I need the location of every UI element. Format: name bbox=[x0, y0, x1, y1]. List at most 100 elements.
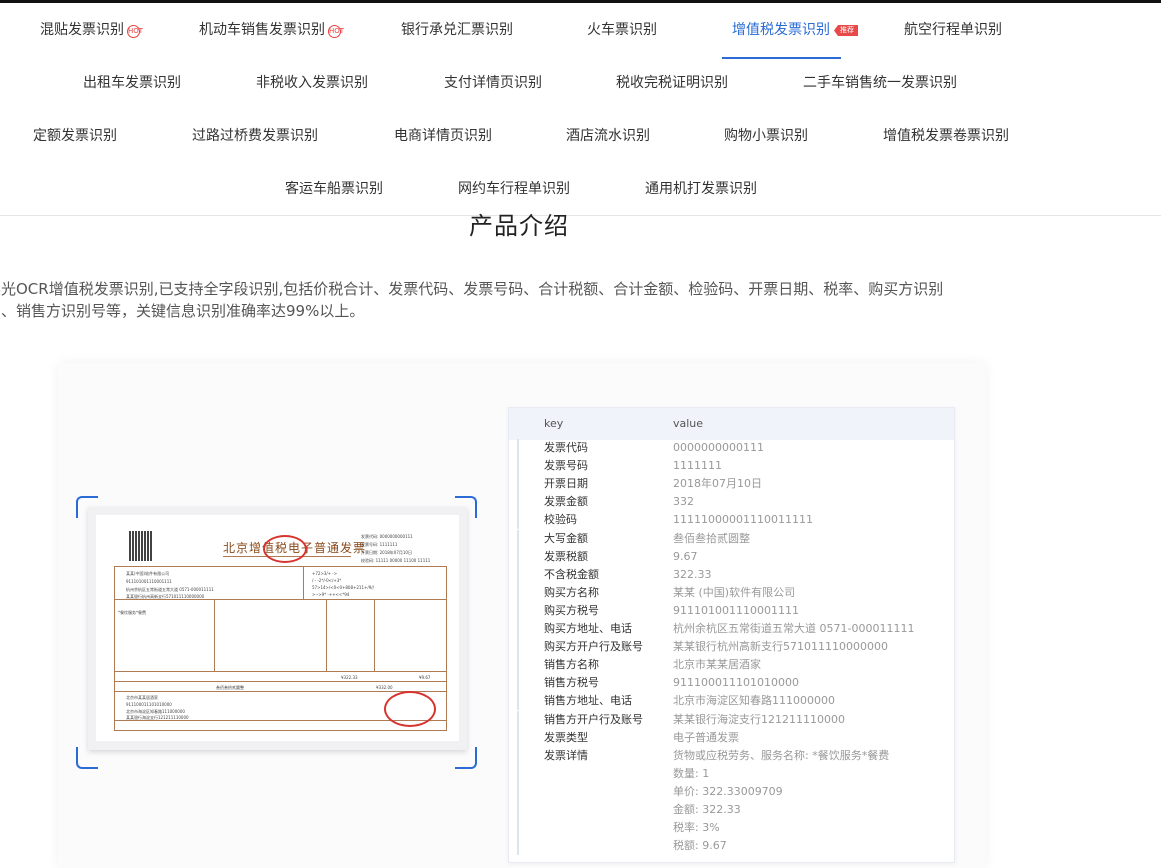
row-value: 电子普通发票 bbox=[673, 730, 739, 744]
key-header: key bbox=[544, 417, 564, 430]
rule bbox=[326, 600, 327, 671]
row-key: 购买方地址、电话 bbox=[544, 622, 632, 635]
nav-item-vehicle-invoice[interactable]: 机动车销售发票识别 HOT bbox=[199, 20, 344, 40]
scan-corner-icon bbox=[76, 747, 98, 769]
row-marker bbox=[517, 583, 519, 602]
rule bbox=[214, 600, 215, 671]
row-marker bbox=[517, 601, 519, 620]
invoice-number: 发票号码: 1111111 bbox=[361, 542, 398, 547]
row-marker bbox=[517, 511, 519, 530]
row-marker bbox=[517, 439, 519, 457]
seller-bank: 某某银行海淀支行121211110000 bbox=[126, 715, 189, 720]
rule bbox=[114, 681, 447, 682]
row-value: 332 bbox=[673, 495, 694, 509]
nav-item-vat-roll-invoice[interactable]: 增值税发票卷票识别 bbox=[883, 126, 1009, 146]
nav-item-vat-invoice[interactable]: 增值税发票识别 推荐 bbox=[732, 20, 858, 40]
nav-item-payment-detail[interactable]: 支付详情页识别 bbox=[444, 73, 542, 93]
row-value: 322.33 bbox=[673, 567, 712, 581]
rule bbox=[114, 691, 447, 692]
nav-item-bank-draft[interactable]: 银行承兑汇票识别 bbox=[401, 20, 513, 40]
nav-item-machine-invoice[interactable]: 通用机打发票识别 bbox=[645, 179, 757, 199]
product-nav: 混贴发票识别 HOT 机动车销售发票识别 HOT 银行承兑汇票识别 火车票识别 增值… bbox=[0, 3, 1161, 216]
row-value: 北京市某某居酒家 bbox=[673, 658, 761, 672]
nav-item-taxi-invoice[interactable]: 出租车发票识别 bbox=[83, 73, 181, 93]
invoice-total-words: 叁佰叁拾贰圆整 bbox=[216, 685, 244, 690]
row-value: 税率: 3% bbox=[673, 821, 720, 835]
row-value: 税额: 9.67 bbox=[673, 839, 727, 853]
buyer-address: 杭州余杭区五常街道五常大道 0571-000011111 bbox=[126, 587, 214, 592]
seller-name: 北京市某某居酒家 bbox=[126, 695, 158, 700]
row-key: 发票金额 bbox=[544, 495, 588, 509]
active-tab-underline bbox=[722, 57, 841, 59]
row-value: 2018年07月10日 bbox=[673, 477, 762, 491]
row-marker bbox=[517, 638, 519, 657]
row-value: 叁佰叁拾贰圆整 bbox=[673, 531, 750, 545]
cipher-line: >-->9* -++<<*94 bbox=[312, 592, 350, 597]
row-key: 发票代码 bbox=[544, 441, 588, 454]
invoice-amount: ¥322.33 bbox=[341, 675, 358, 680]
cipher-line: +72>3/+ -> bbox=[312, 571, 338, 576]
cipher-line: / - -2*/-0</+3* bbox=[312, 578, 342, 583]
seal-stamp-icon bbox=[263, 535, 307, 563]
row-marker bbox=[517, 801, 519, 819]
row-marker bbox=[517, 620, 519, 638]
row-marker bbox=[517, 457, 519, 476]
row-key: 发票税额 bbox=[544, 549, 588, 563]
nav-item-nontax-invoice[interactable]: 非税收入发票识别 bbox=[256, 73, 368, 93]
row-marker bbox=[517, 746, 519, 765]
buyer-name: 某某(中国)软件有限公司 bbox=[126, 571, 170, 576]
invoice-paper: 北京增值税电子普通发票 发票代码: 0000000000111 发票号码: 11… bbox=[96, 515, 459, 741]
seller-tax-id: 911100011101010000 bbox=[126, 702, 172, 707]
hot-badge-icon: HOT bbox=[328, 25, 344, 38]
row-value: 0000000000111 bbox=[673, 441, 764, 454]
invoice-check-code: 校验码: 11111 00000 11100 11111 bbox=[361, 558, 431, 563]
row-marker bbox=[517, 547, 519, 566]
nav-item-ecommerce-detail[interactable]: 电商详情页识别 bbox=[394, 126, 492, 146]
nav-item-train-ticket[interactable]: 火车票识别 bbox=[587, 20, 657, 40]
row-marker bbox=[517, 529, 519, 548]
row-key: 不含税金额 bbox=[544, 567, 599, 581]
cipher-line: 57>14>/<0<0+808+211+/9// bbox=[312, 585, 374, 590]
row-key: 购买方开户行及账号 bbox=[544, 640, 643, 654]
nav-item-mixed-invoice[interactable]: 混贴发票识别 HOT bbox=[40, 20, 143, 40]
row-key: 开票日期 bbox=[544, 477, 588, 491]
row-value: 杭州余杭区五常街道五常大道 0571-000011111 bbox=[673, 622, 915, 635]
invoice-code: 发票代码: 0000000000111 bbox=[361, 534, 413, 539]
nav-item-used-car-invoice[interactable]: 二手车销售统一发票识别 bbox=[803, 73, 957, 93]
nav-item-quota-invoice[interactable]: 定额发票识别 bbox=[33, 126, 117, 146]
hot-badge-icon: HOT bbox=[127, 25, 143, 38]
nav-item-hotel-statement[interactable]: 酒店流水识别 bbox=[566, 126, 650, 146]
row-value: 单价: 322.33009709 bbox=[673, 784, 783, 798]
row-marker bbox=[517, 728, 519, 747]
row-value: 11111000001110011111 bbox=[673, 513, 813, 527]
row-key: 发票详情 bbox=[544, 748, 588, 762]
row-key: 销售方名称 bbox=[544, 658, 599, 672]
row-marker bbox=[517, 674, 519, 693]
row-marker bbox=[517, 493, 519, 512]
nav-item-passenger-ticket[interactable]: 客运车船票识别 bbox=[285, 179, 383, 199]
nav-item-ridehailing-itinerary[interactable]: 网约车行程单识别 bbox=[458, 179, 570, 199]
row-marker bbox=[517, 710, 519, 729]
row-value: 某某银行海淀支行121211110000 bbox=[673, 712, 845, 726]
row-marker bbox=[517, 837, 519, 856]
invoice-item: *餐饮服务*餐费 bbox=[118, 610, 146, 615]
description-line-2: 号、销售方识别号等，关键信息识别准确率达99%以上。 bbox=[0, 302, 365, 320]
nav-item-shopping-receipt[interactable]: 购物小票识别 bbox=[724, 126, 808, 146]
row-value: 金额: 322.33 bbox=[673, 803, 741, 816]
rule bbox=[374, 600, 375, 671]
row-key: 发票类型 bbox=[544, 730, 588, 744]
description-line-1: 读光OCR增值税发票识别,已支持全字段识别,包括价税合计、发票代码、发票号码、合… bbox=[0, 280, 944, 298]
row-marker bbox=[517, 656, 519, 675]
row-value: 9.67 bbox=[673, 549, 698, 563]
invoice-image: 北京增值税电子普通发票 发票代码: 0000000000111 发票号码: 11… bbox=[88, 507, 467, 750]
row-marker bbox=[517, 782, 519, 801]
nav-item-tax-certificate[interactable]: 税收完税证明识别 bbox=[616, 73, 728, 93]
row-value: 911100011101010000 bbox=[673, 676, 799, 690]
row-value: 货物或应税劳务、服务名称: *餐饮服务*餐费 bbox=[673, 748, 890, 762]
row-value: 911101001110001111 bbox=[673, 603, 799, 617]
row-key: 发票号码 bbox=[544, 459, 588, 473]
buyer-tax-id: 911101001110001111 bbox=[126, 579, 172, 584]
nav-item-flight-itinerary[interactable]: 航空行程单识别 bbox=[904, 20, 1002, 40]
nav-item-toll-invoice[interactable]: 过路过桥费发票识别 bbox=[192, 126, 318, 146]
row-key: 校验码 bbox=[544, 513, 577, 527]
